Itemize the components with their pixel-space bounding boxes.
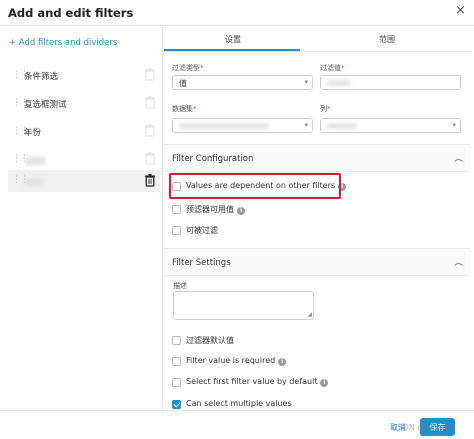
dataset-label: 数据集* bbox=[172, 105, 197, 113]
trash-icon[interactable] bbox=[145, 174, 155, 187]
option-label: Select first filter value by default bbox=[186, 377, 318, 386]
checkbox[interactable] bbox=[172, 226, 181, 235]
filter-type-select[interactable]: 值 ▾ bbox=[172, 75, 313, 90]
filter-editor-panel: 设置 范围 过滤类型* 值 ▾ 过滤值* 数据集* ▾ 列* ▾ Filter … bbox=[164, 27, 470, 410]
highlight-annotation-box bbox=[169, 173, 341, 199]
watermark-text: CSDN @allinpp bbox=[392, 423, 453, 432]
filter-item-name: 年份 bbox=[24, 128, 42, 138]
filter-name-label: 过滤值* bbox=[320, 64, 345, 72]
filter-name-input[interactable] bbox=[320, 75, 461, 90]
option-label: 过滤器默认值 bbox=[186, 336, 234, 345]
filter-type-value: 值 bbox=[179, 79, 187, 88]
info-icon[interactable]: i bbox=[320, 379, 329, 387]
tab-scope[interactable]: 范围 bbox=[379, 34, 395, 45]
chevron-up-icon[interactable]: ︿ bbox=[454, 255, 463, 268]
filter-type-label: 过滤类型* bbox=[172, 64, 204, 72]
column-label: 列* bbox=[320, 105, 331, 113]
option-label: 预滤器可用值 bbox=[186, 205, 234, 214]
section-title: Filter Configuration bbox=[172, 154, 254, 164]
section-title: Filter Settings bbox=[172, 258, 231, 268]
filter-item-name: 复选框测试 bbox=[24, 100, 67, 110]
redacted-value bbox=[327, 123, 357, 129]
tab-settings[interactable]: 设置 bbox=[225, 34, 241, 45]
active-tab-indicator bbox=[164, 49, 300, 51]
dialog-title: Add and edit filters bbox=[8, 6, 134, 20]
redacted-value bbox=[179, 123, 269, 129]
add-filters-link[interactable]: + Add filters and dividers bbox=[9, 38, 117, 48]
tab-bar: 设置 范围 bbox=[164, 27, 470, 52]
filter-configuration-header[interactable]: Filter Configuration ︿ bbox=[164, 144, 470, 172]
info-icon[interactable]: i bbox=[237, 207, 245, 215]
filter-item[interactable]: ⋮⋮ 条件筛选 bbox=[0, 65, 162, 87]
chevron-up-icon[interactable]: ︿ bbox=[454, 151, 463, 164]
description-textarea[interactable]: ◢ bbox=[173, 291, 314, 320]
filter-item[interactable]: ⋮⋮ 复选框测试 bbox=[0, 93, 162, 115]
checkbox[interactable] bbox=[172, 205, 181, 214]
chevron-down-icon: ▾ bbox=[304, 121, 308, 129]
checkbox[interactable] bbox=[172, 336, 181, 345]
trash-icon[interactable] bbox=[145, 68, 155, 81]
checkbox[interactable] bbox=[172, 357, 181, 366]
filter-item[interactable]: ⋮⋮ bbox=[0, 149, 162, 171]
trash-icon[interactable] bbox=[145, 124, 155, 137]
filter-item-name: 条件筛选 bbox=[24, 72, 59, 82]
dataset-select[interactable]: ▾ bbox=[172, 118, 313, 133]
checkbox[interactable] bbox=[172, 378, 181, 387]
resize-handle-icon[interactable]: ◢ bbox=[307, 311, 312, 318]
filter-item-selected[interactable]: ⋮⋮ bbox=[8, 170, 160, 192]
chevron-down-icon: ▾ bbox=[304, 78, 308, 86]
option-label: Filter value is required bbox=[186, 356, 276, 365]
dialog-header: Add and edit filters × bbox=[0, 0, 474, 26]
info-icon[interactable]: i bbox=[278, 358, 287, 366]
checkbox-checked[interactable] bbox=[172, 400, 181, 409]
option-label: 可被过滤 bbox=[186, 226, 218, 235]
trash-icon[interactable] bbox=[145, 152, 155, 165]
filter-settings-header[interactable]: Filter Settings ︿ bbox=[164, 248, 470, 276]
filter-item-name bbox=[24, 157, 46, 165]
filter-item[interactable]: ⋮⋮ 年份 bbox=[0, 121, 162, 143]
chevron-down-icon: ▾ bbox=[452, 121, 456, 129]
close-icon[interactable]: × bbox=[455, 3, 466, 18]
description-label: 描述 bbox=[173, 282, 187, 290]
column-select[interactable]: ▾ bbox=[320, 118, 461, 133]
filter-item-name bbox=[24, 178, 44, 186]
option-label: Can select multiple values bbox=[186, 399, 292, 408]
dialog-footer: 取消 保存 CSDN @allinpp bbox=[0, 410, 474, 439]
filters-sidebar: + Add filters and dividers ⋮⋮ 条件筛选 ⋮⋮ 复选… bbox=[0, 27, 163, 410]
redacted-value bbox=[327, 80, 351, 86]
trash-icon[interactable] bbox=[145, 96, 155, 109]
